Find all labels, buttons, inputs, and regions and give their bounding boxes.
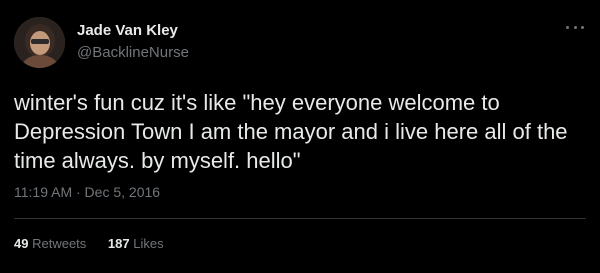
- tweet-stats: 49 Retweets 187 Likes: [14, 236, 182, 251]
- tweet-text: winter's fun cuz it's like "hey everyone…: [14, 90, 568, 173]
- retweets-label: Retweets: [32, 236, 87, 251]
- avatar-image: [14, 17, 65, 68]
- likes-stat[interactable]: 187 Likes: [108, 236, 164, 251]
- tweet-timestamp[interactable]: 11:19 AM · Dec 5, 2016: [14, 184, 160, 200]
- author-handle[interactable]: @BacklineNurse: [77, 43, 189, 62]
- likes-count: 187: [107, 236, 130, 251]
- more-horizontal-icon[interactable]: [566, 20, 584, 34]
- avatar[interactable]: [14, 17, 65, 68]
- tweet-card: Jade Van Kley @BacklineNurse winter's fu…: [0, 0, 600, 273]
- author-name[interactable]: Jade Van Kley: [77, 21, 189, 40]
- retweets-stat[interactable]: 49 Retweets: [14, 236, 86, 251]
- author-info: Jade Van Kley @BacklineNurse: [77, 21, 189, 62]
- divider: [14, 218, 586, 219]
- retweets-count: 49: [14, 236, 29, 251]
- likes-label: Likes: [133, 236, 164, 251]
